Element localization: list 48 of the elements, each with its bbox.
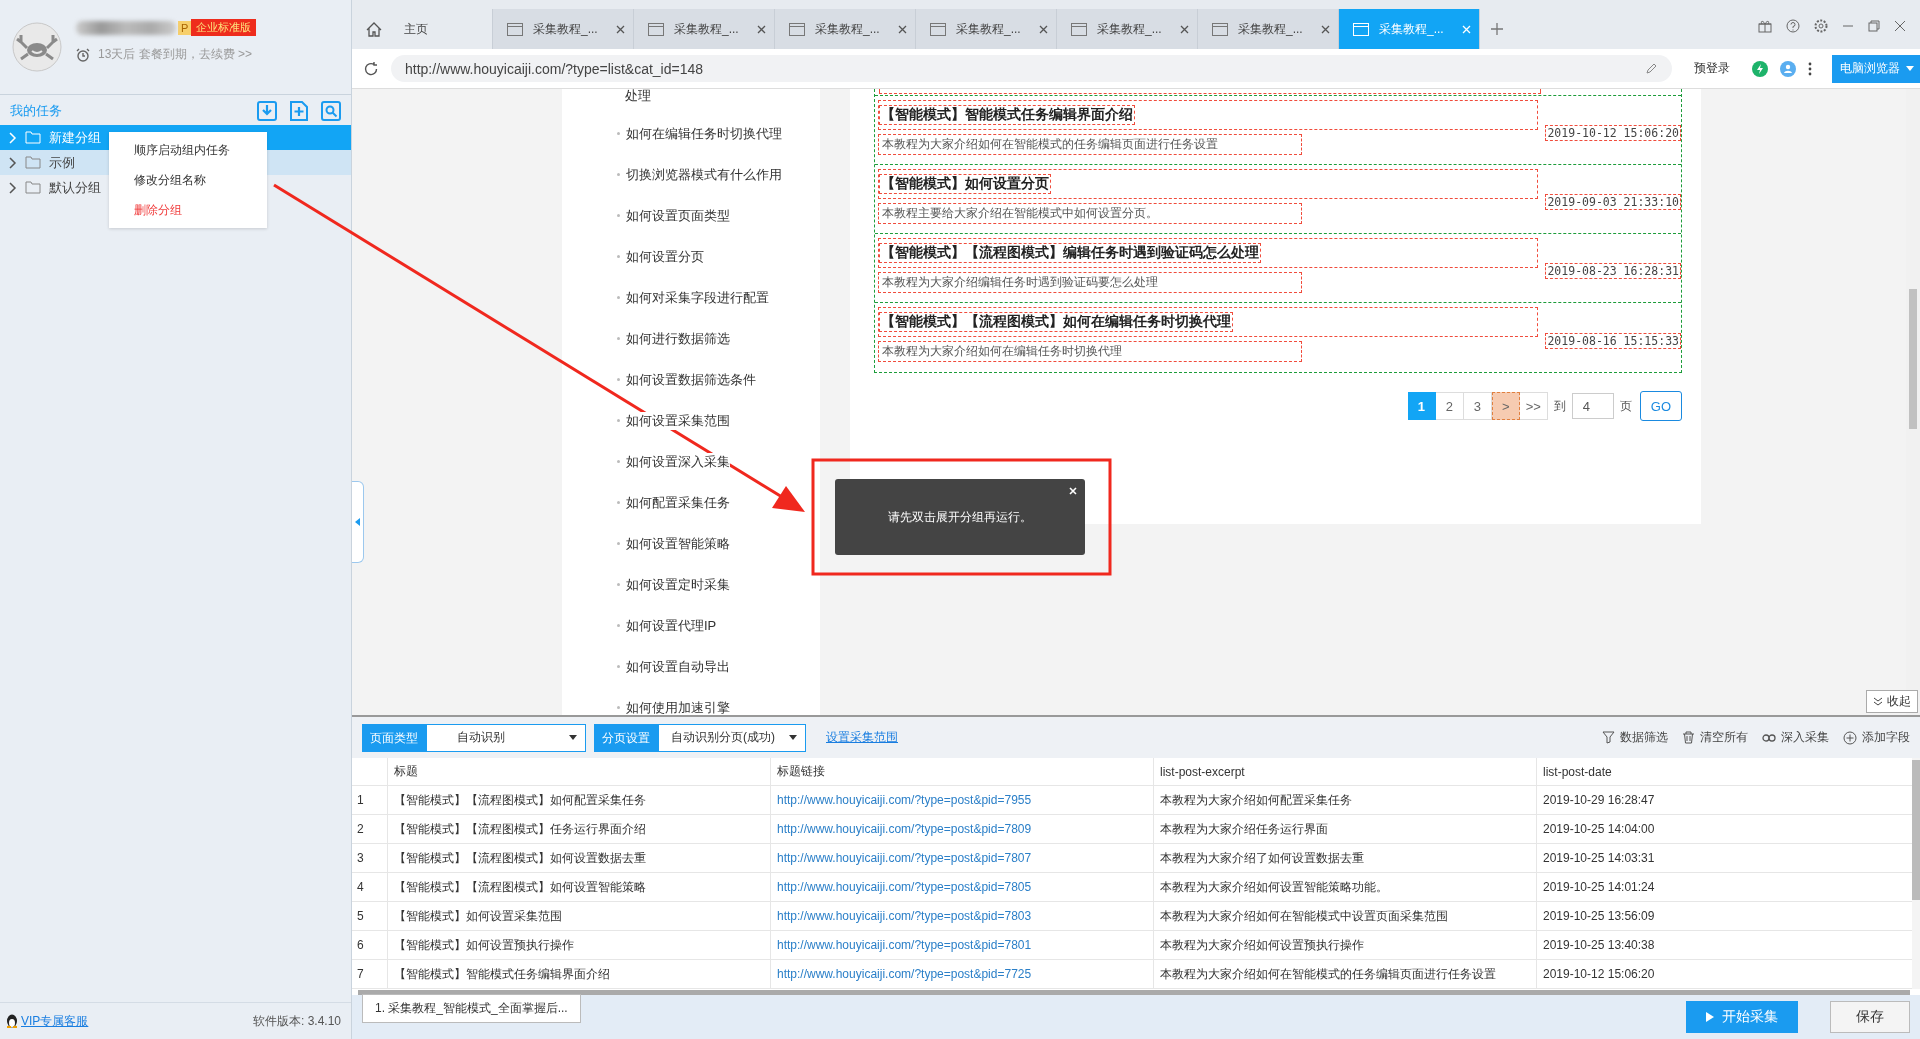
goto-label: 到 bbox=[1553, 397, 1566, 415]
row-number: 5 bbox=[356, 909, 365, 923]
article-excerpt: 本教程主要给大家介绍在智能模式中如何设置分页。 bbox=[878, 203, 1302, 224]
table-cell: 【智能模式】【流程图模式】如何配置采集任务 bbox=[387, 786, 770, 814]
table-cell: http://www.houyicaiji.com/?type=post&pid=7807 bbox=[770, 844, 1153, 872]
table-cell: 本教程为大家介绍了如何设置数据去重 bbox=[1153, 844, 1536, 872]
table-cell: 本教程为大家介绍如何设置预执行操作 bbox=[1153, 931, 1536, 959]
my-tasks-title: 我的任务 bbox=[10, 102, 62, 120]
paging-label: 分页设置 bbox=[594, 723, 658, 752]
article-date: 2019-08-23 16:28:31 bbox=[1545, 263, 1681, 279]
table-cell: http://www.houyicaiji.com/?type=post&pid=7803 bbox=[770, 902, 1153, 930]
article-excerpt: 本教程为大家介绍编辑任务时遇到验证码要怎么处理 bbox=[878, 272, 1302, 293]
version-label: 软件版本: 3.4.10 bbox=[252, 1012, 341, 1030]
table-cell: 本教程为大家介绍任务运行界面 bbox=[1153, 815, 1536, 843]
column-header: list-post-excerpt bbox=[1153, 758, 1536, 785]
table-cell: 【智能模式】【流程图模式】如何设置数据去重 bbox=[387, 844, 770, 872]
column-header: 标题 bbox=[387, 758, 770, 785]
article-excerpt: 本教程为大家介绍如何在编辑任务时切换代理 bbox=[878, 341, 1302, 362]
level-badge: P bbox=[178, 20, 192, 35]
table-cell: 【智能模式】智能模式任务编辑界面介绍 bbox=[387, 960, 770, 988]
article-excerpt: 本教程为大家介绍如何在智能模式的任务编辑页面进行任务设置 bbox=[878, 134, 1302, 155]
article-date: 2019-10-12 15:06:20 bbox=[1545, 125, 1681, 141]
table-cell: http://www.houyicaiji.com/?type=post&pid=7809 bbox=[770, 815, 1153, 843]
table-cell: 本教程为大家介绍如何在智能模式中设置页面采集范围 bbox=[1153, 902, 1536, 930]
row-number: 4 bbox=[356, 880, 365, 894]
table-cell: 【智能模式】如何设置采集范围 bbox=[387, 902, 770, 930]
table-cell: http://www.houyicaiji.com/?type=post&pid=7801 bbox=[770, 931, 1153, 959]
table-cell: 本教程为大家介绍如何在智能模式的任务编辑页面进行任务设置 bbox=[1153, 960, 1536, 988]
table-cell: http://www.houyicaiji.com/?type=post&pid=7955 bbox=[770, 786, 1153, 814]
article-date: 2019-08-16 15:15:33 bbox=[1545, 332, 1681, 349]
table-cell: http://www.houyicaiji.com/?type=post&pid=7805 bbox=[770, 873, 1153, 901]
table-cell: 【智能模式】【流程图模式】任务运行界面介绍 bbox=[387, 815, 770, 843]
table-cell: http://www.houyicaiji.com/?type=post&pid=7725 bbox=[770, 960, 1153, 988]
table-cell: 本教程为大家介绍如何设置智能策略功能。 bbox=[1153, 873, 1536, 901]
toast-text: 请先双击展开分组再运行。 bbox=[888, 508, 1032, 526]
row-number: 7 bbox=[356, 967, 365, 981]
page-type-label: 页面类型 bbox=[362, 723, 426, 752]
row-number: 3 bbox=[356, 851, 365, 865]
column-header: 标题链接 bbox=[770, 758, 1153, 785]
article-date: 2019-09-03 21:33:10 bbox=[1545, 194, 1681, 210]
row-number: 1 bbox=[356, 793, 365, 807]
table-cell: 【智能模式】【流程图模式】如何设置智能策略 bbox=[387, 873, 770, 901]
table-cell: 本教程为大家介绍如何配置采集任务 bbox=[1153, 786, 1536, 814]
page-unit-label: 页 bbox=[1619, 397, 1632, 415]
row-number: 2 bbox=[356, 822, 365, 836]
row-number: 6 bbox=[356, 938, 365, 952]
table-cell: 【智能模式】如何设置预执行操作 bbox=[387, 931, 770, 959]
edition-badge: 企业标准版 bbox=[191, 19, 257, 36]
